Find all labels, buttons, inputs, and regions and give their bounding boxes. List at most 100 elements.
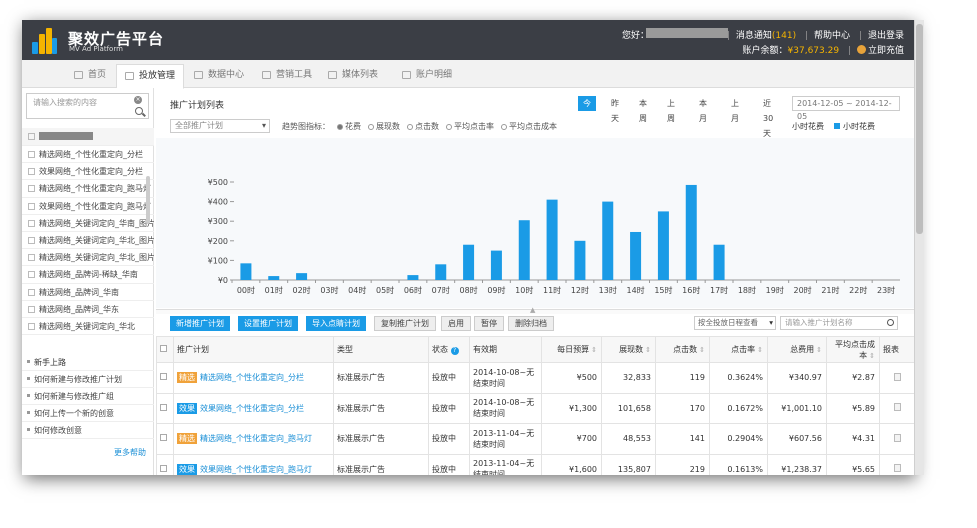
checkbox[interactable] (28, 254, 35, 262)
search-icon[interactable] (887, 319, 894, 326)
select-all-checkbox[interactable] (160, 345, 167, 352)
trend-option[interactable]: 花费 (337, 122, 361, 131)
trend-option[interactable]: 平均点击率 (446, 122, 494, 131)
help-link[interactable]: 如何上传一个新的创意 (22, 405, 154, 422)
import-plan-button[interactable]: 导入点睛计划 (306, 316, 366, 331)
bar-11时[interactable] (546, 199, 558, 280)
row-checkbox[interactable] (160, 373, 167, 381)
column-header[interactable]: 点击数 ⇕ (655, 336, 710, 363)
sidebar-item[interactable]: 精选网络_品牌词-稀缺_华南 (22, 266, 154, 284)
search-icon[interactable] (135, 107, 143, 115)
bar-07时[interactable] (435, 264, 447, 280)
bar-08时[interactable] (463, 244, 475, 280)
more-help-link[interactable]: 更多帮助 (22, 447, 154, 458)
checkbox[interactable] (28, 168, 35, 176)
window-scrollbar[interactable] (914, 20, 924, 475)
radio[interactable] (368, 124, 374, 130)
bar-02时[interactable] (296, 273, 308, 280)
tree-root[interactable] (22, 128, 154, 146)
period-button[interactable]: 本周 (634, 96, 652, 123)
legend-label-left[interactable]: 小时花费 (792, 122, 824, 131)
bar-12时[interactable] (574, 240, 586, 280)
sidebar-item[interactable]: 精选网络_品牌词_华南 (22, 284, 154, 301)
radio[interactable] (446, 124, 452, 130)
trend-option[interactable]: 点击数 (407, 122, 439, 131)
column-header[interactable]: 状态 ? (428, 336, 470, 363)
tab-5[interactable]: 账户明细 (394, 64, 460, 88)
column-header[interactable]: 每日预算 ⇕ (541, 336, 602, 363)
sidebar-item[interactable]: 效果网络_个性化重定向_分栏 (22, 163, 154, 181)
recharge-link[interactable]: 立即充值 (868, 46, 904, 56)
period-button[interactable]: 上月 (726, 96, 744, 123)
sort-icon[interactable]: ⇕ (645, 346, 651, 354)
sidebar-item[interactable]: 精选网络_关键词定向_华北_图片 (22, 249, 154, 267)
period-button[interactable]: 今天 (578, 96, 596, 123)
column-header[interactable]: 报表 (879, 336, 914, 363)
scrollbar-thumb[interactable] (916, 24, 923, 234)
column-header[interactable]: 平均点击成本 ⇕ (826, 336, 880, 363)
column-header[interactable]: 点击率 ⇕ (709, 336, 768, 363)
tree-scrollbar[interactable] (146, 176, 150, 224)
column-header[interactable]: 展现数 ⇕ (601, 336, 656, 363)
bar-15时[interactable] (657, 211, 669, 280)
pause-button[interactable]: 暂停 (474, 316, 504, 331)
sidebar-item[interactable]: 精选网络_关键词定向_华北 (22, 318, 154, 336)
column-header[interactable]: 总费用 ⇕ (767, 336, 827, 363)
plan-name-link[interactable]: 效果网络_个性化重定向_跑马灯 (200, 465, 312, 474)
bar-14时[interactable] (630, 231, 642, 280)
sidebar-item[interactable]: 精选网络_关键词定向_华北_图片 (22, 232, 154, 250)
radio[interactable] (337, 124, 343, 130)
tab-0[interactable]: 首页 (66, 64, 114, 88)
radio[interactable] (501, 124, 507, 130)
plan-name-link[interactable]: 效果网络_个性化重定向_分栏 (200, 404, 304, 413)
row-checkbox[interactable] (160, 434, 167, 442)
sort-icon[interactable]: ⇕ (869, 352, 875, 360)
tab-2[interactable]: 数据中心 (186, 64, 252, 88)
period-button[interactable]: 近30天 (758, 96, 778, 138)
checkbox[interactable] (28, 322, 35, 330)
sort-icon[interactable]: ⇕ (591, 346, 597, 354)
trend-option[interactable]: 平均点击成本 (501, 122, 557, 131)
help-center-link[interactable]: 帮助中心 (814, 31, 850, 41)
sidebar-item[interactable]: 精选网络_个性化重定向_跑马灯 (22, 180, 154, 198)
checkbox[interactable] (28, 305, 35, 313)
sidebar-search[interactable]: 请输入搜索的内容 × (26, 93, 149, 119)
search-input[interactable]: 请输入搜索的内容 (33, 97, 97, 108)
bar-16时[interactable] (685, 184, 697, 280)
sidebar-item[interactable]: 精选网络_个性化重定向_分栏 (22, 146, 154, 164)
sidebar-item[interactable]: 效果网络_个性化重定向_跑马灯 (22, 198, 154, 215)
report-icon[interactable] (893, 433, 901, 442)
checkbox[interactable] (28, 202, 35, 210)
period-button[interactable]: 上周 (662, 96, 680, 123)
help-link[interactable]: 如何修改创意 (22, 422, 154, 439)
checkbox[interactable] (28, 236, 35, 244)
checkbox[interactable] (28, 271, 35, 279)
report-icon[interactable] (893, 403, 901, 412)
checkbox[interactable] (28, 133, 35, 140)
radio[interactable] (407, 124, 413, 130)
message-link[interactable]: 消息通知(141) (736, 31, 796, 41)
plan-select[interactable]: 全部推广计划 (170, 119, 270, 133)
delete-archive-button[interactable]: 删除归档 (508, 316, 554, 331)
copy-plan-button[interactable]: 复制推广计划 (374, 316, 436, 331)
checkbox[interactable] (28, 288, 35, 296)
report-icon[interactable] (893, 372, 901, 381)
tab-3[interactable]: 营销工具 (254, 64, 320, 88)
plan-name-link[interactable]: 精选网络_个性化重定向_跑马灯 (200, 434, 312, 443)
bar-00时[interactable] (240, 263, 252, 280)
plan-search-input[interactable]: 请输入推广计划名称 (780, 316, 898, 330)
schedule-filter-select[interactable]: 按全投放日程查看 (694, 316, 776, 330)
date-range-picker[interactable]: 2014-12-05 ~ 2014-12-05 (792, 96, 900, 121)
bar-13时[interactable] (602, 201, 614, 280)
bar-17时[interactable] (713, 244, 725, 280)
new-plan-button[interactable]: 新增推广计划 (170, 316, 230, 331)
help-icon[interactable]: ? (450, 347, 459, 355)
trend-option[interactable]: 展现数 (368, 122, 400, 131)
period-button[interactable]: 昨天 (606, 96, 624, 123)
row-checkbox[interactable] (160, 403, 167, 411)
report-icon[interactable] (893, 464, 901, 473)
help-link[interactable]: 如何新建与修改推广组 (22, 388, 154, 405)
sort-icon[interactable]: ⇕ (757, 346, 763, 354)
period-button[interactable]: 本月 (694, 96, 712, 123)
checkbox[interactable] (28, 185, 35, 193)
